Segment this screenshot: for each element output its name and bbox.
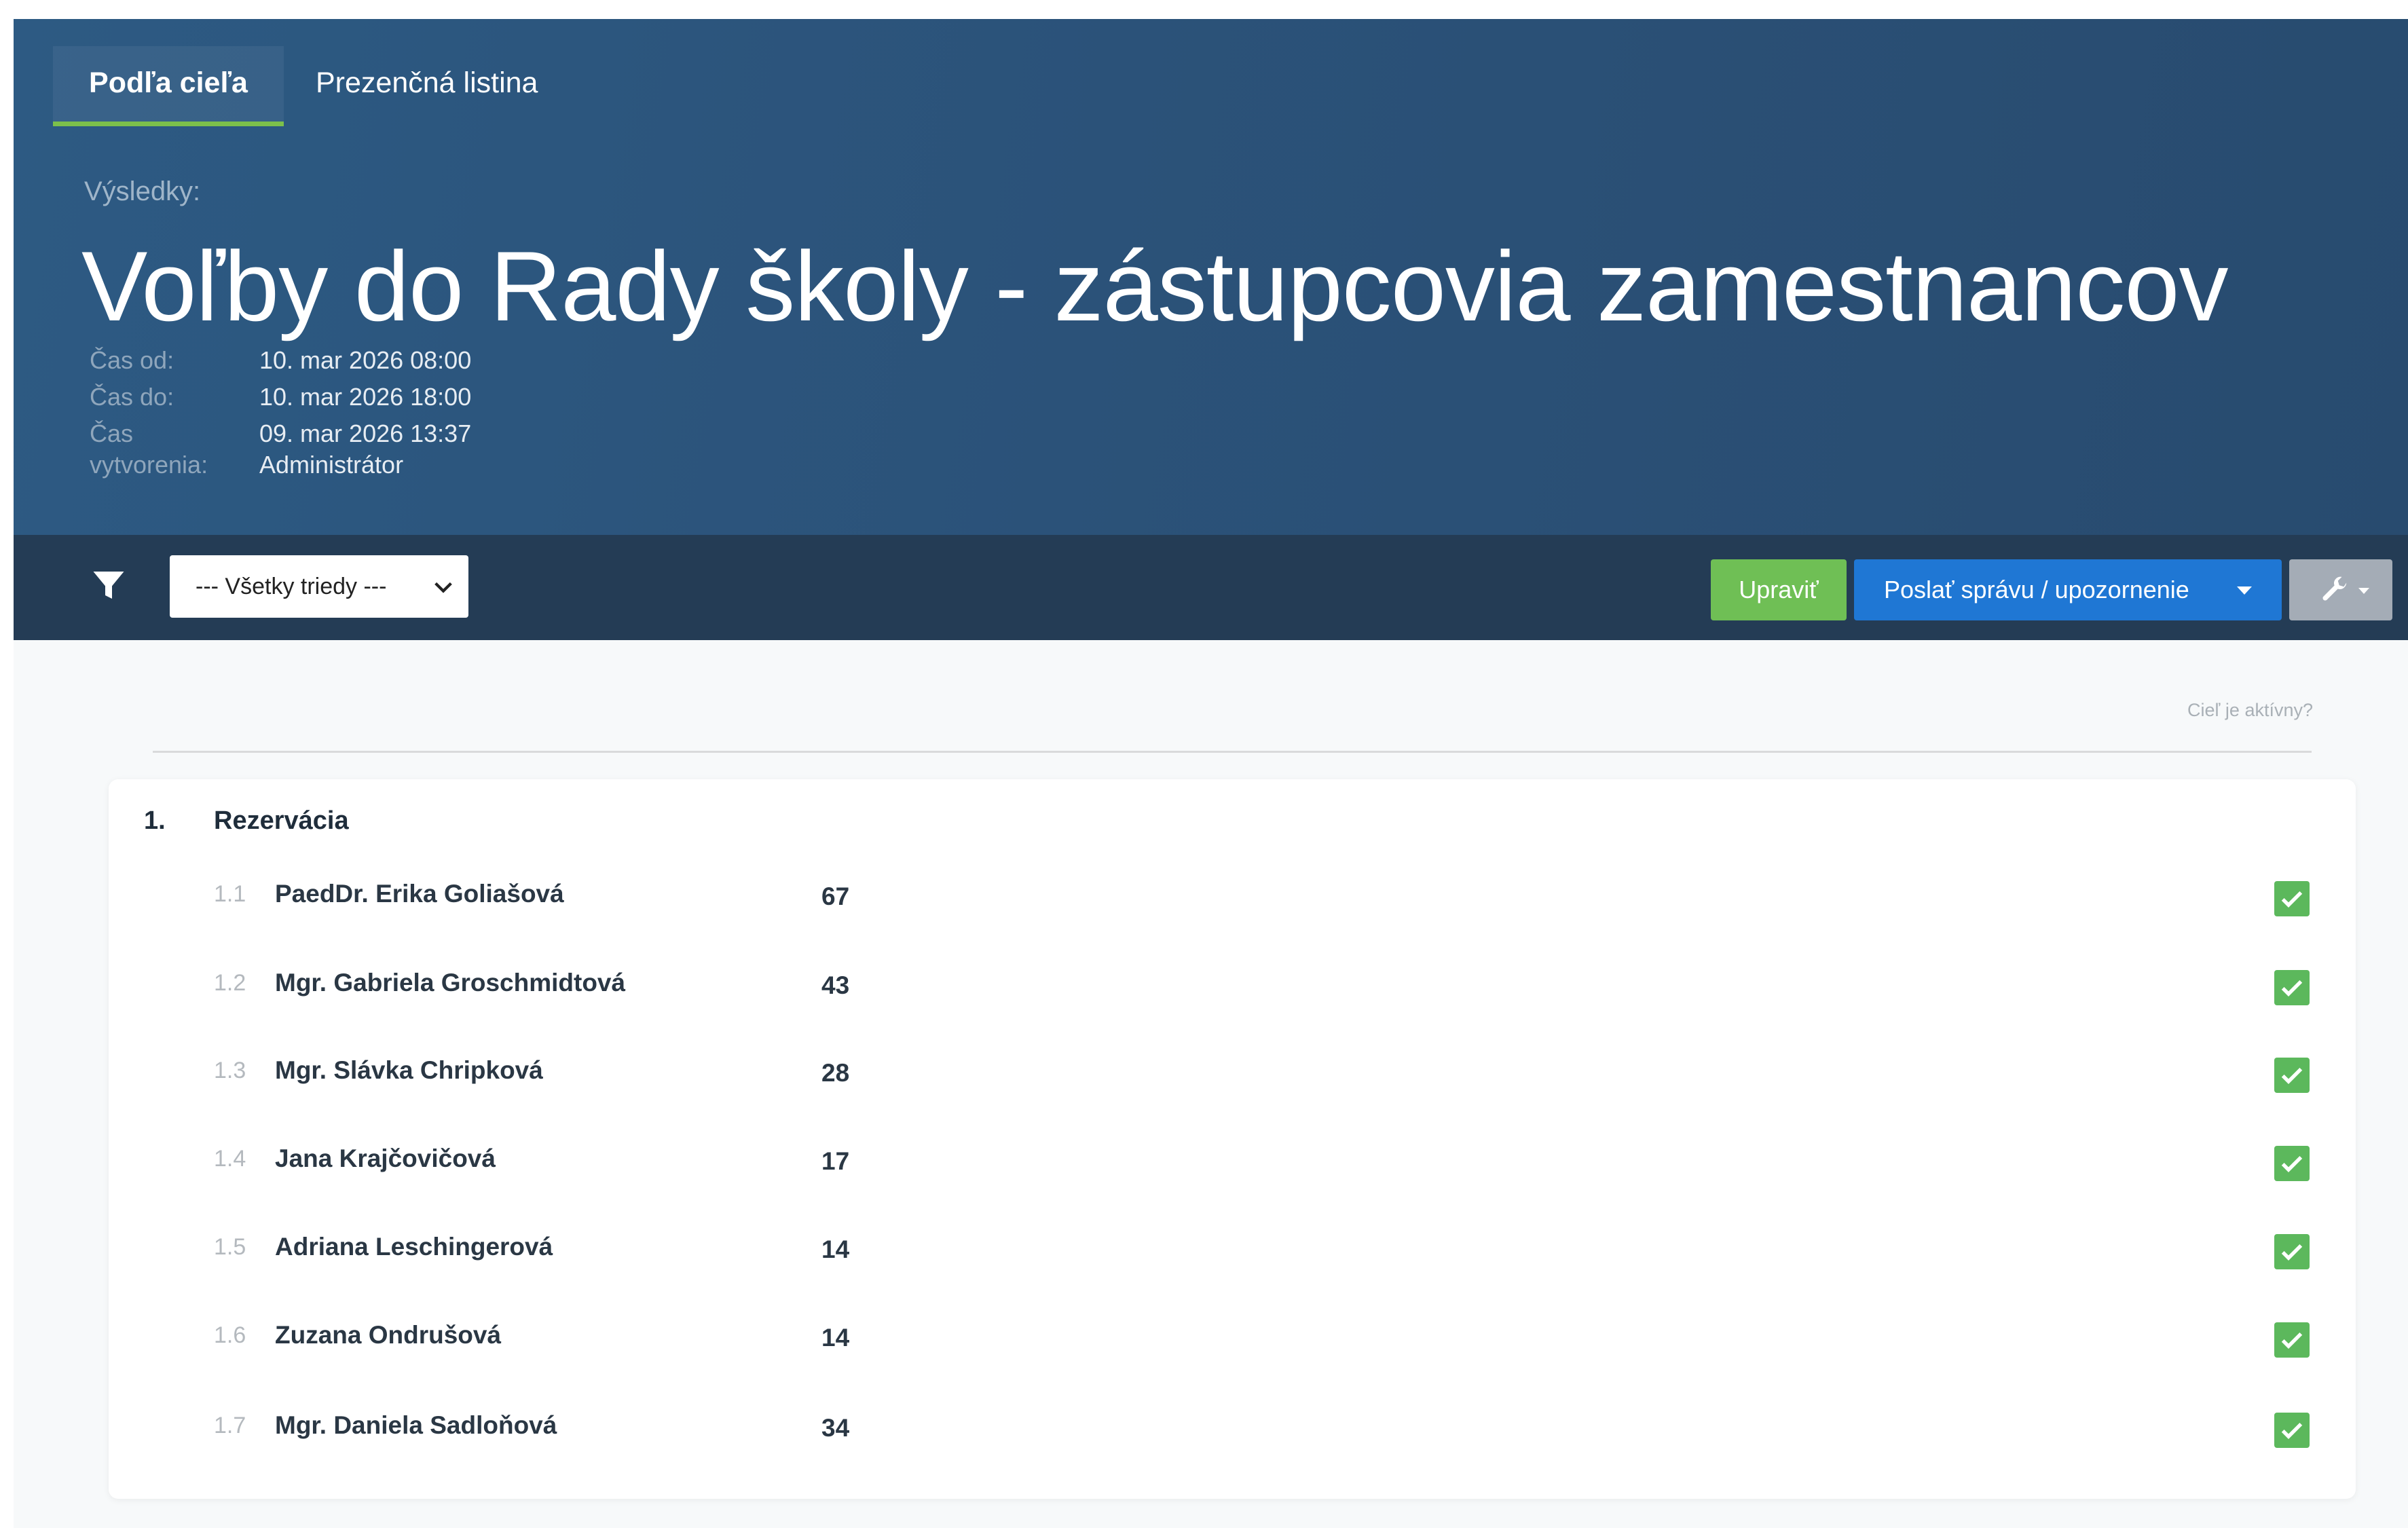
- candidate-number: 1.5: [214, 1234, 246, 1260]
- active-checkbox[interactable]: [2274, 1413, 2310, 1448]
- candidate-row: 1.3 Mgr. Slávka Chripková 28: [109, 1051, 2356, 1112]
- send-message-label: Poslať správu / upozornenie: [1884, 576, 2189, 603]
- section-number: 1.: [144, 806, 166, 835]
- meta-label-created-2: vytvorenia:: [90, 451, 208, 479]
- divider: [153, 751, 2312, 753]
- header: Podľa cieľa Prezenčná listina Výsledky: …: [14, 19, 2408, 535]
- candidate-number: 1.7: [214, 1413, 246, 1438]
- checkmark-icon: [2281, 1244, 2303, 1261]
- meta-value-author: Administrátor: [259, 451, 404, 479]
- wrench-icon: [2322, 576, 2347, 601]
- candidate-name: Mgr. Slávka Chripková: [275, 1056, 543, 1084]
- caret-down-icon: [2358, 588, 2369, 594]
- candidate-number: 1.6: [214, 1322, 246, 1348]
- active-column-header: Cieľ je aktívny?: [2187, 700, 2313, 720]
- candidate-votes: 14: [821, 1324, 850, 1352]
- chevron-down-icon: [434, 582, 452, 593]
- candidate-name: Mgr. Daniela Sadloňová: [275, 1411, 557, 1439]
- section-title: Rezervácia: [214, 806, 349, 835]
- class-select-value: --- Všetky triedy ---: [196, 574, 387, 599]
- meta-value-created: 09. mar 2026 13:37: [259, 420, 472, 447]
- candidate-votes: 34: [821, 1414, 850, 1442]
- class-select[interactable]: --- Všetky triedy ---: [170, 555, 468, 618]
- candidate-votes: 28: [821, 1059, 850, 1087]
- results-card: 1. Rezervácia 1.1 PaedDr. Erika Goliašová…: [109, 779, 2356, 1499]
- active-checkbox[interactable]: [2274, 1058, 2310, 1093]
- candidate-name: Zuzana Ondrušová: [275, 1321, 502, 1349]
- candidate-name: Mgr. Gabriela Groschmidtová: [275, 969, 626, 996]
- page: Podľa cieľa Prezenčná listina Výsledky: …: [0, 0, 2408, 1528]
- checkmark-icon: [2281, 1332, 2303, 1349]
- candidate-row: 1.6 Zuzana Ondrušová 14: [109, 1316, 2356, 1377]
- candidate-number: 1.4: [214, 1146, 246, 1172]
- checkmark-icon: [2281, 980, 2303, 996]
- candidate-name: Jana Krajčovičová: [275, 1144, 496, 1172]
- candidate-votes: 17: [821, 1147, 850, 1175]
- page-title: Voľby do Rady školy - zástupcovia zamest…: [81, 231, 2229, 341]
- candidate-votes: 43: [821, 971, 850, 999]
- tab-attendance-list[interactable]: Prezenčná listina: [316, 46, 538, 126]
- active-checkbox[interactable]: [2274, 881, 2310, 916]
- active-checkbox[interactable]: [2274, 1146, 2310, 1181]
- toolbar: --- Všetky triedy --- Upraviť Poslať spr…: [14, 535, 2408, 640]
- caret-down-icon: [2237, 586, 2252, 595]
- active-checkbox[interactable]: [2274, 1322, 2310, 1358]
- meta-label-created: Čas: [90, 420, 134, 447]
- tools-button[interactable]: [2289, 559, 2392, 620]
- candidate-name: PaedDr. Erika Goliašová: [275, 880, 564, 908]
- candidate-votes: 14: [821, 1235, 850, 1263]
- candidate-number: 1.3: [214, 1058, 246, 1083]
- meta-label-from: Čas od:: [90, 346, 174, 374]
- tab-by-goal[interactable]: Podľa cieľa: [53, 46, 284, 126]
- send-message-button[interactable]: Poslať správu / upozornenie: [1854, 559, 2282, 620]
- checkmark-icon: [2281, 1155, 2303, 1172]
- candidate-name: Adriana Leschingerová: [275, 1233, 553, 1261]
- meta-label-to: Čas do:: [90, 383, 174, 411]
- candidate-row: 1.7 Mgr. Daniela Sadloňová 34: [109, 1406, 2356, 1467]
- candidate-votes: 67: [821, 882, 850, 910]
- content: Cieľ je aktívny? 1. Rezervácia 1.1 PaedDr…: [14, 640, 2408, 1528]
- edit-button[interactable]: Upraviť: [1711, 559, 1847, 620]
- checkmark-icon: [2281, 1422, 2303, 1439]
- checkmark-icon: [2281, 1067, 2303, 1084]
- meta-value-to: 10. mar 2026 18:00: [259, 383, 472, 411]
- candidate-row: 1.1 PaedDr. Erika Goliašová 67: [109, 874, 2356, 935]
- candidate-row: 1.5 Adriana Leschingerová 14: [109, 1227, 2356, 1288]
- filter-icon[interactable]: [88, 565, 129, 605]
- active-checkbox[interactable]: [2274, 970, 2310, 1005]
- candidate-number: 1.2: [214, 970, 246, 996]
- results-label: Výsledky:: [84, 176, 201, 206]
- meta-value-from: 10. mar 2026 08:00: [259, 346, 472, 374]
- candidate-number: 1.1: [214, 881, 246, 907]
- candidate-row: 1.4 Jana Krajčovičová 17: [109, 1139, 2356, 1200]
- checkmark-icon: [2281, 891, 2303, 908]
- active-checkbox[interactable]: [2274, 1234, 2310, 1269]
- candidate-row: 1.2 Mgr. Gabriela Groschmidtová 43: [109, 963, 2356, 1024]
